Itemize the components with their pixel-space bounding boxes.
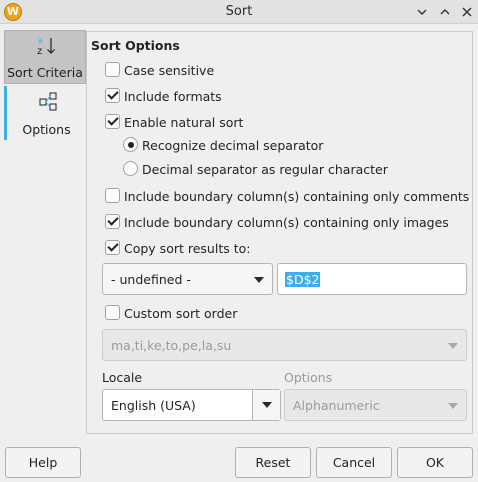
algorithm-select-value: Alphanumeric [293, 398, 380, 413]
svg-text:z: z [37, 46, 42, 57]
chevron-down-icon [254, 277, 264, 283]
title-bar: W Sort [0, 0, 478, 24]
copy-target-input-value: $D$2 [285, 272, 321, 287]
nav-label-options: Options [22, 122, 71, 137]
boundary-images-checkbox[interactable] [105, 214, 120, 229]
ok-button[interactable]: OK [397, 447, 473, 478]
natural-sort-checkbox[interactable] [105, 114, 120, 129]
copy-target-select[interactable]: - undefined - [102, 263, 273, 295]
custom-order-select[interactable]: ma,ti,ke,to,pe,la,su [102, 329, 467, 361]
section-title: Sort Options [91, 38, 180, 53]
decimal-regular-label: Decimal separator as regular character [142, 162, 388, 177]
copy-results-checkbox[interactable] [105, 240, 120, 255]
nav-label-sort-criteria: Sort Criteria [7, 65, 83, 80]
case-sensitive-checkbox[interactable] [105, 62, 120, 77]
nav-item-options[interactable]: Options [4, 86, 86, 140]
chevron-down-icon [417, 9, 427, 15]
locale-label: Locale [102, 370, 143, 385]
locale-dropdown-button[interactable] [252, 390, 280, 420]
recognize-decimal-radio[interactable] [123, 137, 138, 152]
chevron-down-icon [448, 403, 458, 409]
locale-select-value: English (USA) [111, 398, 196, 413]
boundary-comments-checkbox[interactable] [105, 188, 120, 203]
maximize-button[interactable] [436, 3, 454, 21]
chevron-down-icon [448, 343, 458, 349]
close-button[interactable] [458, 3, 476, 21]
custom-order-label: Custom sort order [124, 306, 238, 321]
case-sensitive-label: Case sensitive [124, 63, 215, 78]
nav-item-sort-criteria[interactable]: a z Sort Criteria [4, 30, 86, 84]
boundary-comments-label: Include boundary column(s) containing on… [124, 189, 470, 204]
help-button[interactable]: Help [5, 447, 81, 478]
include-formats-label: Include formats [124, 89, 222, 104]
custom-order-checkbox[interactable] [105, 305, 120, 320]
close-icon [462, 7, 472, 17]
sort-az-icon: a z [37, 36, 55, 57]
include-formats-checkbox[interactable] [105, 88, 120, 103]
algorithm-label: Options [284, 370, 333, 385]
sidebar: a z Sort Criteria Options [4, 30, 86, 140]
decimal-regular-radio[interactable] [123, 161, 138, 176]
copy-target-select-value: - undefined - [111, 272, 191, 287]
recognize-decimal-label: Recognize decimal separator [142, 138, 324, 153]
copy-target-input[interactable]: $D$2 [277, 263, 467, 295]
cancel-button[interactable]: Cancel [316, 447, 392, 478]
boundary-images-label: Include boundary column(s) containing on… [124, 215, 449, 230]
minimize-button[interactable] [413, 3, 431, 21]
window-title: Sort [225, 4, 253, 19]
svg-text:a: a [38, 36, 43, 45]
reset-button[interactable]: Reset [235, 447, 311, 478]
copy-results-label: Copy sort results to: [124, 241, 251, 256]
natural-sort-label: Enable natural sort [124, 115, 244, 130]
chevron-down-icon [262, 402, 272, 408]
chevron-up-icon [440, 9, 450, 15]
custom-order-select-value: ma,ti,ke,to,pe,la,su [111, 338, 232, 353]
locale-select[interactable]: English (USA) [102, 389, 281, 421]
algorithm-select[interactable]: Alphanumeric [284, 389, 467, 421]
options-icon [39, 92, 57, 111]
